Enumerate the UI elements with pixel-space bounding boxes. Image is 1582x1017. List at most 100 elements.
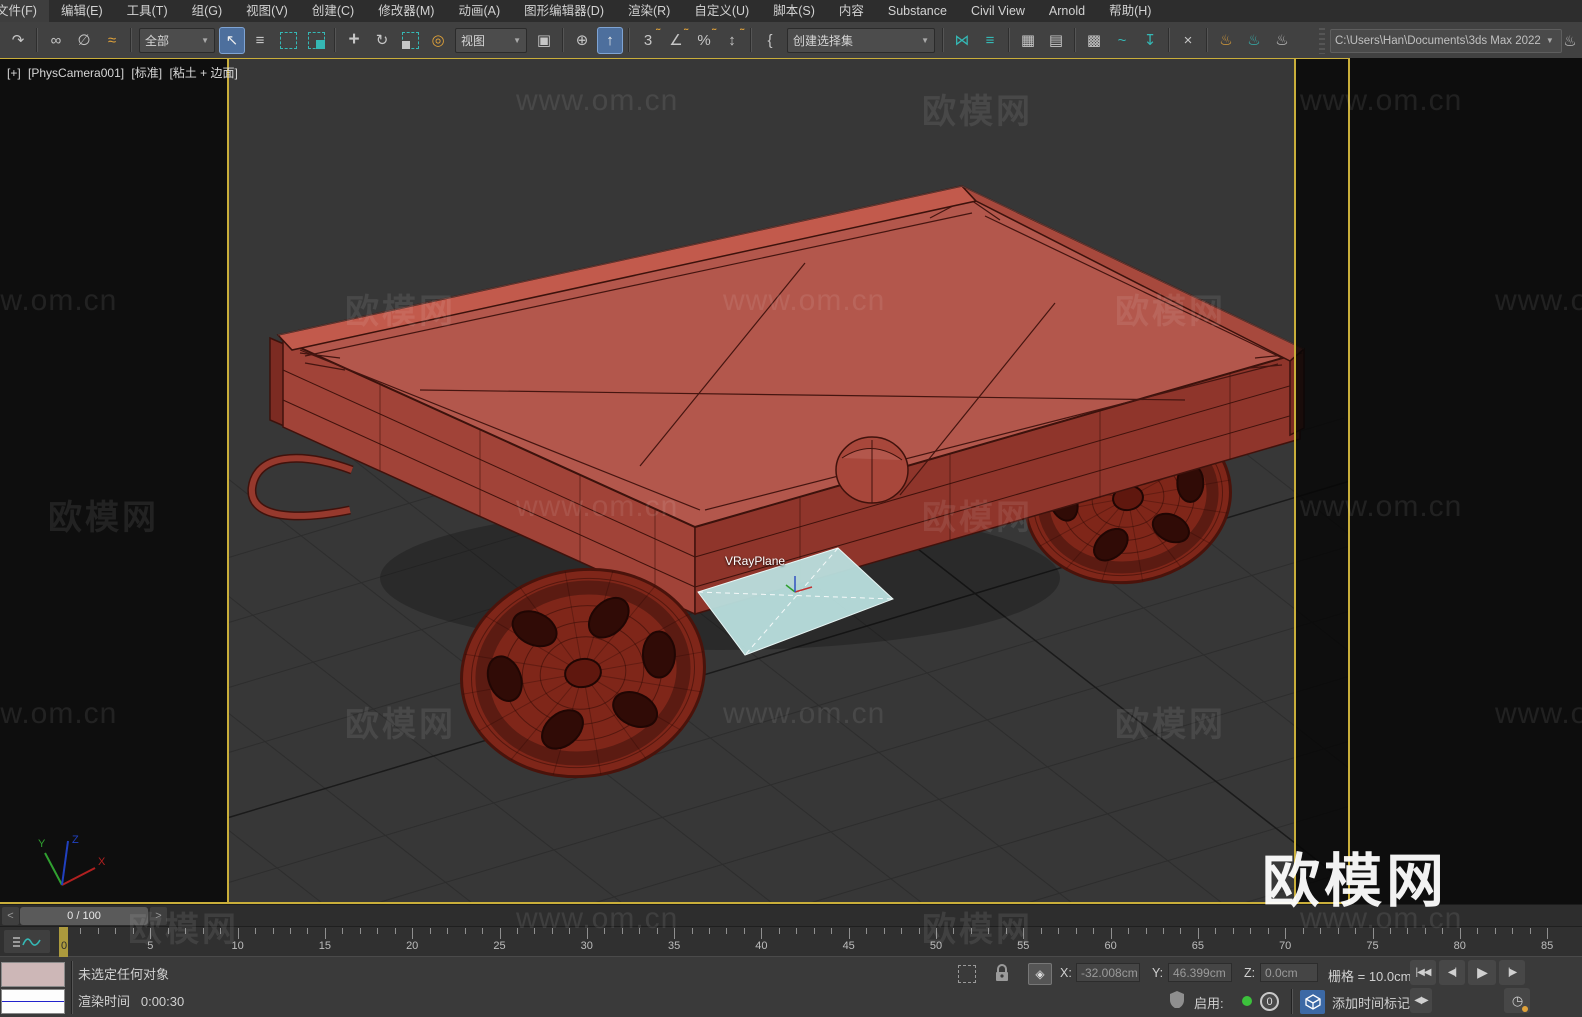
previous-frame-button[interactable]: ◀| bbox=[1439, 960, 1465, 985]
menu-item-7[interactable]: 动画(A) bbox=[446, 0, 512, 22]
menu-item-6[interactable]: 修改器(M) bbox=[366, 0, 446, 22]
viewport-menu-shading[interactable]: [粘土 + 边面] bbox=[169, 66, 237, 80]
grid-size-readout: 栅格 = 10.0cm bbox=[1328, 969, 1412, 984]
select-and-link-icon[interactable]: ∞ bbox=[43, 27, 69, 54]
counter-badge[interactable]: 0 bbox=[1260, 992, 1279, 1011]
coord-z-field[interactable]: 0.0cm bbox=[1260, 963, 1318, 982]
menu-item-16[interactable]: 帮助(H) bbox=[1097, 0, 1163, 22]
menu-item-9[interactable]: 渲染(R) bbox=[616, 0, 682, 22]
menu-item-0[interactable]: 文件(F) bbox=[0, 0, 49, 22]
render-time-value: 0:00:30 bbox=[140, 994, 185, 1009]
angle-snap-toggle[interactable]: ∠ ˜ bbox=[663, 26, 689, 54]
play-button[interactable]: ▶ bbox=[1468, 960, 1496, 985]
viewport-menu-pov[interactable]: [PhysCamera001] bbox=[28, 66, 124, 80]
ruler-tick bbox=[1407, 928, 1409, 934]
mini-curve-editor-button[interactable] bbox=[4, 930, 50, 953]
time-slider-handle[interactable]: 0 / 100 bbox=[20, 907, 148, 925]
rect-selection-region-button[interactable] bbox=[275, 27, 301, 54]
isolate-selection-icon[interactable] bbox=[958, 965, 976, 983]
menu-item-3[interactable]: 组(G) bbox=[180, 0, 235, 22]
layer-explorer-button[interactable]: ▤ bbox=[1043, 27, 1069, 54]
maxscript-mini-listener-white[interactable] bbox=[1, 989, 65, 1014]
key-mode-toggle[interactable]: ◀▶ bbox=[1410, 988, 1432, 1013]
selection-lock-icon[interactable] bbox=[993, 964, 1011, 982]
schematic-view-button[interactable]: × bbox=[1175, 27, 1201, 54]
ruler-label-80: 80 bbox=[1453, 940, 1466, 952]
keyboard-override-toggle[interactable]: ↑ bbox=[597, 26, 623, 54]
time-tag-cube-button[interactable] bbox=[1300, 990, 1325, 1014]
edit-named-selection-sets-button[interactable]: { bbox=[757, 27, 783, 54]
curve-editor-button[interactable]: ~ bbox=[1109, 27, 1135, 54]
select-by-name-button[interactable]: ≡ bbox=[247, 27, 273, 54]
snaps-toggle-3d-button[interactable]: 3 ˜ bbox=[635, 26, 661, 54]
viewport-menu-general[interactable]: [+] bbox=[7, 66, 21, 80]
time-slider-next-button[interactable]: > bbox=[150, 907, 167, 925]
named-selection-sets-dropdown[interactable]: 创建选择集 ▼ bbox=[787, 27, 935, 53]
menu-item-15[interactable]: Arnold bbox=[1037, 0, 1097, 22]
add-time-tag-label[interactable]: 添加时间标记 bbox=[1332, 993, 1410, 1012]
enable-status-dot[interactable] bbox=[1242, 996, 1252, 1006]
window-crossing-toggle[interactable] bbox=[303, 27, 329, 54]
menu-item-2[interactable]: 工具(T) bbox=[115, 0, 180, 22]
select-and-manipulate-button[interactable]: ⊕ bbox=[569, 27, 595, 54]
safe-frames-shield-icon[interactable] bbox=[1168, 990, 1186, 1008]
menu-item-5[interactable]: 创建(C) bbox=[300, 0, 366, 22]
timeline-ruler[interactable]: 05101520253035404550556065707580850 bbox=[55, 927, 1582, 957]
selection-filter-dropdown[interactable]: 全部 ▼ bbox=[139, 27, 215, 53]
select-and-move-button-glyph: + bbox=[348, 29, 360, 50]
ruler-label-30: 30 bbox=[580, 940, 593, 952]
ribbon-toggle-button[interactable]: ▩ bbox=[1081, 27, 1107, 54]
rendered-frame-window-button[interactable]: ♨ bbox=[1241, 27, 1267, 54]
clipped-toolbar-icon[interactable]: ♨ bbox=[1565, 27, 1575, 54]
ruler-tick bbox=[429, 928, 431, 934]
viewport-menu-render-preset[interactable]: [标准] bbox=[131, 66, 162, 80]
menu-item-14[interactable]: Civil View bbox=[959, 0, 1037, 22]
menu-item-11[interactable]: 脚本(S) bbox=[761, 0, 827, 22]
select-object-button[interactable]: ↖ bbox=[219, 26, 245, 54]
use-pivot-point-center-button[interactable]: ▣ bbox=[531, 27, 557, 54]
time-slider-prev-button[interactable]: < bbox=[2, 907, 19, 925]
ruler-tick bbox=[656, 928, 658, 934]
menu-item-10[interactable]: 自定义(U) bbox=[682, 0, 761, 22]
unlink-selection-icon[interactable]: ∅ bbox=[71, 27, 97, 54]
dope-sheet-button[interactable]: ↧ bbox=[1137, 27, 1163, 54]
menu-item-1[interactable]: 编辑(E) bbox=[49, 0, 115, 22]
menu-item-12[interactable]: 内容 bbox=[827, 0, 876, 22]
select-and-move-button[interactable]: + bbox=[341, 27, 367, 54]
snap-accent-icon: ˜ bbox=[712, 25, 716, 40]
menu-item-4[interactable]: 视图(V) bbox=[234, 0, 300, 22]
maxscript-mini-listener-pink[interactable] bbox=[1, 962, 65, 987]
current-frame-marker[interactable]: 0 bbox=[59, 927, 68, 957]
select-and-rotate-button[interactable]: ↻ bbox=[369, 27, 395, 54]
command-panel-area[interactable] bbox=[1350, 58, 1582, 904]
mirror-button[interactable]: ⋈ bbox=[949, 27, 975, 54]
chevron-down-icon[interactable]: ▼ bbox=[1546, 36, 1554, 45]
viewport-canvas[interactable]: VRayPlane [+] [PhysCamera001] [标准] [粘土 +… bbox=[0, 58, 1350, 904]
coord-x-field[interactable]: -32.008cm bbox=[1076, 963, 1140, 982]
next-frame-button[interactable]: |▶ bbox=[1499, 960, 1525, 985]
toolbar-drag-handle[interactable] bbox=[1319, 27, 1325, 54]
scene-explorer-button[interactable]: ▦ bbox=[1015, 27, 1041, 54]
render-production-button[interactable]: ♨ bbox=[1269, 27, 1295, 54]
render-setup-button[interactable]: ♨ bbox=[1213, 27, 1239, 54]
project-folder-field[interactable]: C:\Users\Han\Documents\3ds Max 2022 ▼ bbox=[1330, 28, 1562, 53]
spinner-snap-toggle[interactable]: ↕ ˜ bbox=[719, 26, 745, 54]
track-bar[interactable]: 05101520253035404550556065707580850 bbox=[0, 926, 1582, 957]
percent-snap-toggle[interactable]: % ˜ bbox=[691, 25, 717, 54]
select-and-place-button[interactable]: ◎ bbox=[425, 27, 451, 54]
absolute-mode-toggle[interactable]: ◈ bbox=[1028, 963, 1052, 985]
object-label-vrayplane[interactable]: VRayPlane bbox=[725, 554, 785, 568]
go-to-start-button[interactable]: |◀◀ bbox=[1410, 960, 1436, 985]
align-button[interactable]: ≡ bbox=[977, 27, 1003, 54]
coord-y-field[interactable]: 46.399cm bbox=[1168, 963, 1232, 982]
ruler-tick bbox=[1075, 928, 1077, 934]
reference-coordinate-dropdown[interactable]: 视图 ▼ bbox=[455, 27, 527, 53]
time-slider-track[interactable]: < 0 / 100 > bbox=[0, 904, 1582, 926]
time-configuration-button[interactable]: ◷ bbox=[1504, 988, 1530, 1013]
redo-icon[interactable]: ↷ bbox=[5, 27, 31, 54]
menu-item-13[interactable]: Substance bbox=[876, 0, 959, 22]
select-and-scale-button[interactable] bbox=[397, 27, 423, 54]
menu-item-8[interactable]: 图形编辑器(D) bbox=[512, 0, 616, 22]
bind-to-space-warp-icon[interactable]: ≈ bbox=[99, 27, 125, 54]
divider bbox=[72, 961, 73, 1014]
